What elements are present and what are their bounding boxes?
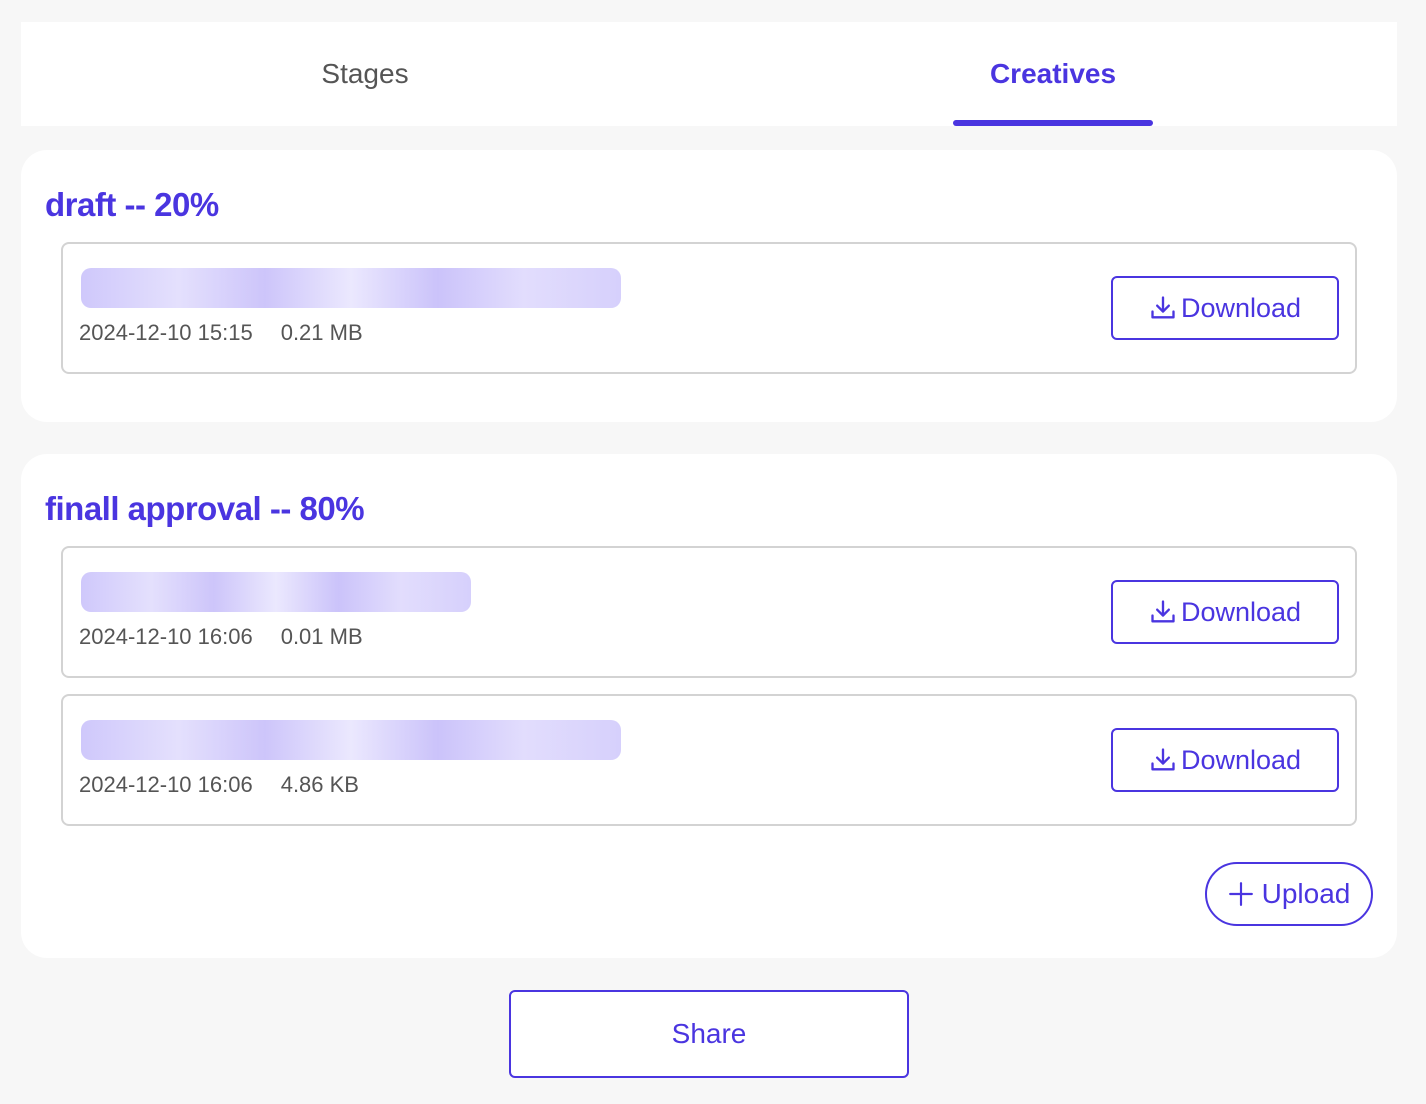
download-button[interactable]: Download — [1111, 276, 1339, 340]
stage-card-draft: draft -- 20% 2024-12-10 15:15 0.21 MB Dow… — [21, 150, 1397, 422]
file-size: 0.01 MB — [280, 624, 363, 649]
stage-title: finall approval -- 80% — [45, 490, 365, 527]
tab-creatives[interactable]: Creatives — [709, 22, 1397, 126]
file-date: 2024-12-10 16:06 — [79, 624, 253, 649]
tab-bar: Stages Creatives — [21, 22, 1397, 126]
download-label: Download — [1180, 744, 1302, 775]
file-row: 2024-12-10 16:06 4.86 KB Download — [61, 694, 1357, 826]
tab-stages[interactable]: Stages — [21, 22, 709, 126]
upload-label: Upload — [1261, 878, 1351, 909]
file-size: 0.21 MB — [280, 320, 363, 345]
stage-title: draft -- 20% — [45, 186, 219, 223]
file-date: 2024-12-10 16:06 — [79, 772, 253, 797]
download-label: Download — [1180, 596, 1302, 627]
upload-button[interactable]: Upload — [1205, 862, 1373, 926]
download-label: Download — [1180, 292, 1302, 323]
file-meta: 2024-12-10 16:06 4.86 KB — [79, 772, 359, 798]
active-tab-indicator — [953, 120, 1153, 126]
share-button[interactable]: Share — [509, 990, 909, 1078]
download-icon — [1151, 296, 1175, 319]
download-button[interactable]: Download — [1111, 728, 1339, 792]
file-name-redacted — [81, 572, 471, 612]
file-row: 2024-12-10 15:15 0.21 MB Download — [61, 242, 1357, 374]
file-name-redacted — [81, 720, 621, 760]
stage-card-final-approval: finall approval -- 80% 2024-12-10 16:06 0… — [21, 454, 1397, 958]
file-name-redacted — [81, 268, 621, 308]
file-size: 4.86 KB — [280, 772, 359, 797]
file-row: 2024-12-10 16:06 0.01 MB Download — [61, 546, 1357, 678]
download-button[interactable]: Download — [1111, 580, 1339, 644]
file-date: 2024-12-10 15:15 — [79, 320, 253, 345]
download-icon — [1151, 748, 1175, 771]
download-icon — [1151, 600, 1175, 623]
file-meta: 2024-12-10 15:15 0.21 MB — [79, 320, 363, 346]
file-meta: 2024-12-10 16:06 0.01 MB — [79, 624, 363, 650]
plus-icon — [1228, 882, 1253, 906]
